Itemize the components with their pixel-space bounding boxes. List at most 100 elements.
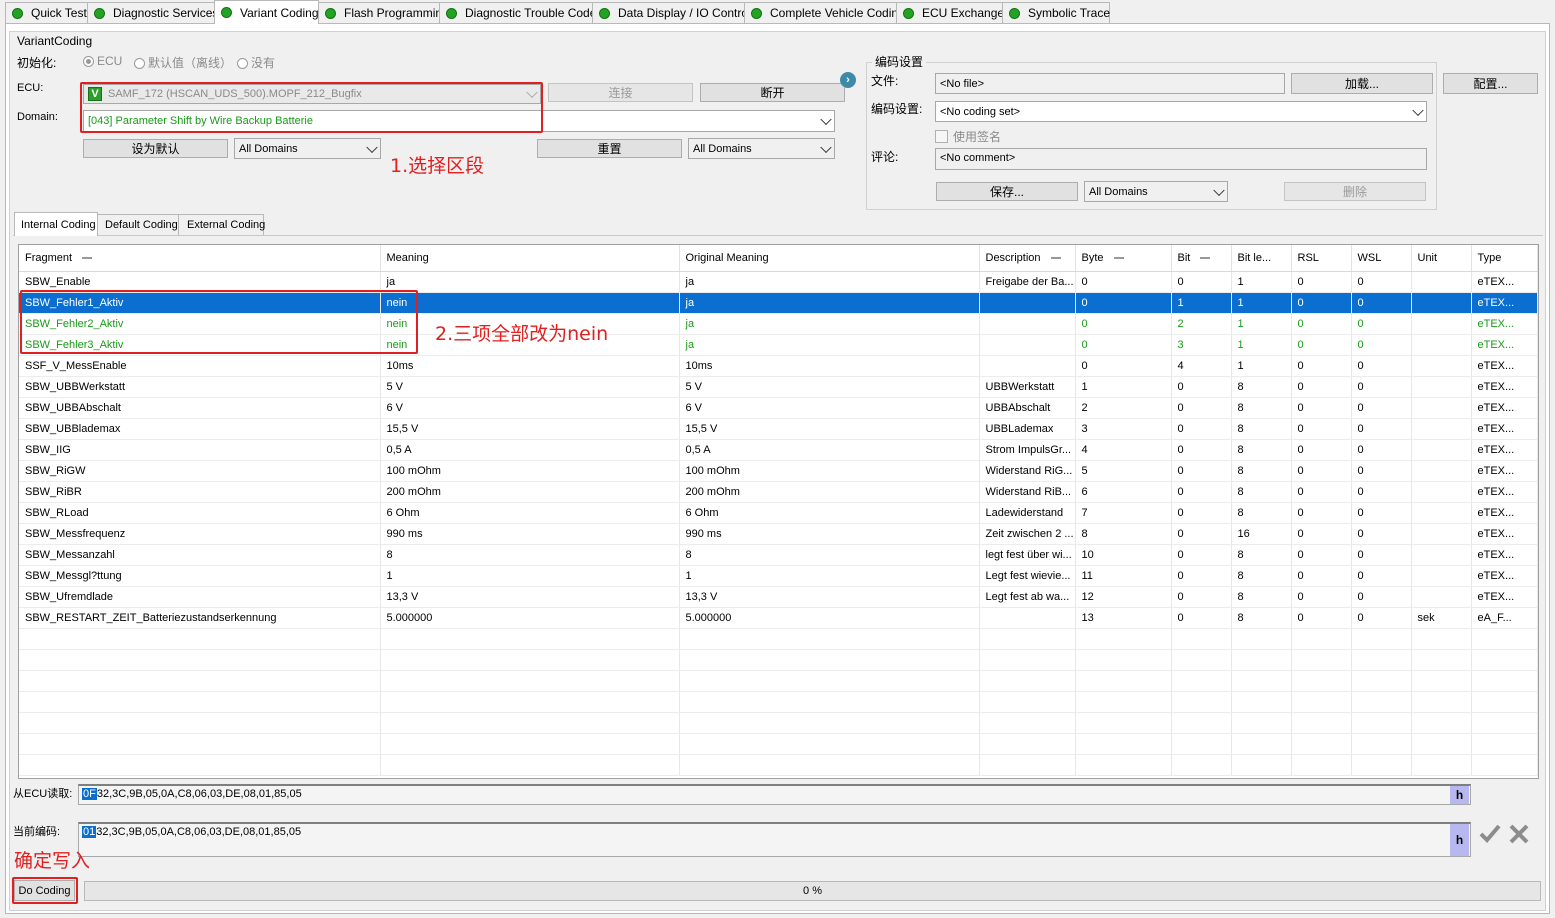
table-cell[interactable]: [979, 355, 1076, 377]
delete-button[interactable]: 删除: [1284, 182, 1426, 201]
table-cell[interactable]: 7: [1075, 502, 1172, 524]
table-cell[interactable]: 0: [1291, 397, 1352, 419]
table-cell[interactable]: 1: [1231, 271, 1292, 293]
table-cell[interactable]: 5 V: [679, 376, 980, 398]
expand-arrow-icon[interactable]: ›: [840, 72, 856, 88]
table-cell[interactable]: SSF_V_MessEnable: [19, 355, 381, 377]
table-cell[interactable]: [1411, 565, 1472, 587]
table-cell[interactable]: 0: [1351, 439, 1412, 461]
table-cell[interactable]: 6 Ohm: [679, 502, 980, 524]
subtab-default-coding[interactable]: Default Coding: [97, 214, 179, 235]
table-cell[interactable]: 0: [1291, 481, 1352, 503]
tab-variant-coding[interactable]: Variant Coding: [214, 0, 319, 24]
table-cell[interactable]: 2: [1075, 397, 1172, 419]
table-cell[interactable]: legt fest über wi...: [979, 544, 1076, 566]
init-radio-none[interactable]: 没有: [237, 54, 275, 71]
table-cell[interactable]: 0: [1291, 607, 1352, 629]
table-cell[interactable]: 0: [1291, 355, 1352, 377]
table-cell[interactable]: [979, 313, 1076, 335]
table-cell[interactable]: 8: [679, 544, 980, 566]
table-cell[interactable]: 6: [1075, 481, 1172, 503]
table-cell[interactable]: 1: [679, 565, 980, 587]
table-cell[interactable]: eTEX...: [1471, 460, 1538, 482]
table-row[interactable]: SBW_RLoad 6 Ohm 6 Ohm Ladewiderstand 7 0 8 0 0 eT…: [19, 502, 1538, 524]
table-cell[interactable]: 8: [1231, 607, 1292, 629]
table-cell[interactable]: 13: [1075, 607, 1172, 629]
table-cell[interactable]: 6 Ohm: [380, 502, 680, 524]
table-cell[interactable]: [1411, 502, 1472, 524]
table-cell[interactable]: [1411, 334, 1472, 356]
table-cell[interactable]: 0: [1075, 334, 1172, 356]
table-cell[interactable]: 10: [1075, 544, 1172, 566]
table-cell[interactable]: 0: [1171, 586, 1232, 608]
table-cell[interactable]: 990 ms: [679, 523, 980, 545]
table-cell[interactable]: 1: [1231, 292, 1292, 314]
table-row[interactable]: SBW_Messgl?ttung 1 1 Legt fest wievie... 11 0…: [19, 565, 1538, 587]
table-cell[interactable]: 8: [1075, 523, 1172, 545]
config-button[interactable]: 配置...: [1443, 73, 1538, 94]
tab-symbolic-trace[interactable]: Symbolic Trace: [1002, 2, 1110, 23]
set-default-button[interactable]: 设为默认: [83, 139, 228, 158]
tab-diagnostic-services[interactable]: Diagnostic Services: [87, 2, 218, 23]
table-cell[interactable]: 0: [1291, 460, 1352, 482]
table-cell[interactable]: 1: [1231, 355, 1292, 377]
table-cell[interactable]: 0: [1291, 586, 1352, 608]
col-header[interactable]: Bit le...: [1231, 245, 1292, 272]
table-cell[interactable]: eTEX...: [1471, 565, 1538, 587]
table-cell[interactable]: [1411, 523, 1472, 545]
table-cell[interactable]: 0: [1171, 271, 1232, 293]
table-cell[interactable]: 0: [1291, 565, 1352, 587]
table-cell[interactable]: 8: [1231, 376, 1292, 398]
table-cell[interactable]: 1: [1171, 292, 1232, 314]
table-cell[interactable]: 8: [1231, 460, 1292, 482]
table-cell[interactable]: 8: [380, 544, 680, 566]
table-cell[interactable]: 0: [1351, 544, 1412, 566]
table-cell[interactable]: eTEX...: [1471, 313, 1538, 335]
domain-filter-select-2[interactable]: All Domains: [688, 138, 835, 159]
table-cell[interactable]: eTEX...: [1471, 502, 1538, 524]
table-cell[interactable]: 13,3 V: [380, 586, 680, 608]
reset-button[interactable]: 重置: [537, 139, 682, 158]
table-cell[interactable]: [979, 292, 1076, 314]
table-cell[interactable]: eTEX...: [1471, 439, 1538, 461]
table-cell[interactable]: SBW_RESTART_ZEIT_Batteriezustandserkennu…: [19, 607, 381, 629]
table-cell[interactable]: 0,5 A: [679, 439, 980, 461]
table-cell[interactable]: 16: [1231, 523, 1292, 545]
table-cell[interactable]: 0: [1171, 397, 1232, 419]
table-row[interactable]: SBW_RiBR 200 mOhm 200 mOhm Widerstand RiB..…: [19, 481, 1538, 503]
table-cell[interactable]: 0: [1291, 271, 1352, 293]
table-cell[interactable]: 13,3 V: [679, 586, 980, 608]
table-cell[interactable]: ja: [679, 313, 980, 335]
table-cell[interactable]: [1411, 460, 1472, 482]
table-row[interactable]: SSF_V_MessEnable 10ms 10ms 0 4 1 0 0 eTEX...: [19, 355, 1538, 377]
table-cell[interactable]: SBW_Messgl?ttung: [19, 565, 381, 587]
table-cell[interactable]: 0: [1171, 607, 1232, 629]
table-cell[interactable]: eTEX...: [1471, 544, 1538, 566]
close-icon[interactable]: [1508, 823, 1530, 848]
table-cell[interactable]: [1411, 481, 1472, 503]
table-cell[interactable]: ja: [380, 271, 680, 293]
table-cell[interactable]: UBBAbschalt: [979, 397, 1076, 419]
col-header[interactable]: Meaning: [380, 245, 680, 272]
table-cell[interactable]: 0: [1291, 523, 1352, 545]
table-cell[interactable]: 200 mOhm: [679, 481, 980, 503]
table-cell[interactable]: 1: [1075, 376, 1172, 398]
table-cell[interactable]: UBBLademax: [979, 418, 1076, 440]
tab-ecu-exchange[interactable]: ECU Exchange: [896, 2, 1004, 23]
table-cell[interactable]: 0: [1291, 439, 1352, 461]
table-cell[interactable]: Widerstand RiB...: [979, 481, 1076, 503]
connect-button[interactable]: 连接: [548, 83, 693, 102]
tab-diagnostic-trouble-code[interactable]: Diagnostic Trouble Code: [439, 2, 596, 23]
tab-complete-vehicle-coding[interactable]: Complete Vehicle Coding: [744, 2, 905, 23]
table-cell[interactable]: 5 V: [380, 376, 680, 398]
table-cell[interactable]: eA_F...: [1471, 607, 1538, 629]
col-header[interactable]: Fragment: [19, 245, 381, 272]
use-signature-checkbox[interactable]: 使用签名: [935, 128, 1001, 145]
table-row[interactable]: SBW_IIG 0,5 A 0,5 A Strom ImpulsGr... 4 0 8 0 0 e…: [19, 439, 1538, 461]
table-cell[interactable]: 0: [1171, 565, 1232, 587]
table-cell[interactable]: Widerstand RiG...: [979, 460, 1076, 482]
col-header[interactable]: Unit: [1411, 245, 1472, 272]
table-cell[interactable]: Strom ImpulsGr...: [979, 439, 1076, 461]
table-cell[interactable]: eTEX...: [1471, 271, 1538, 293]
table-cell[interactable]: 0: [1351, 586, 1412, 608]
